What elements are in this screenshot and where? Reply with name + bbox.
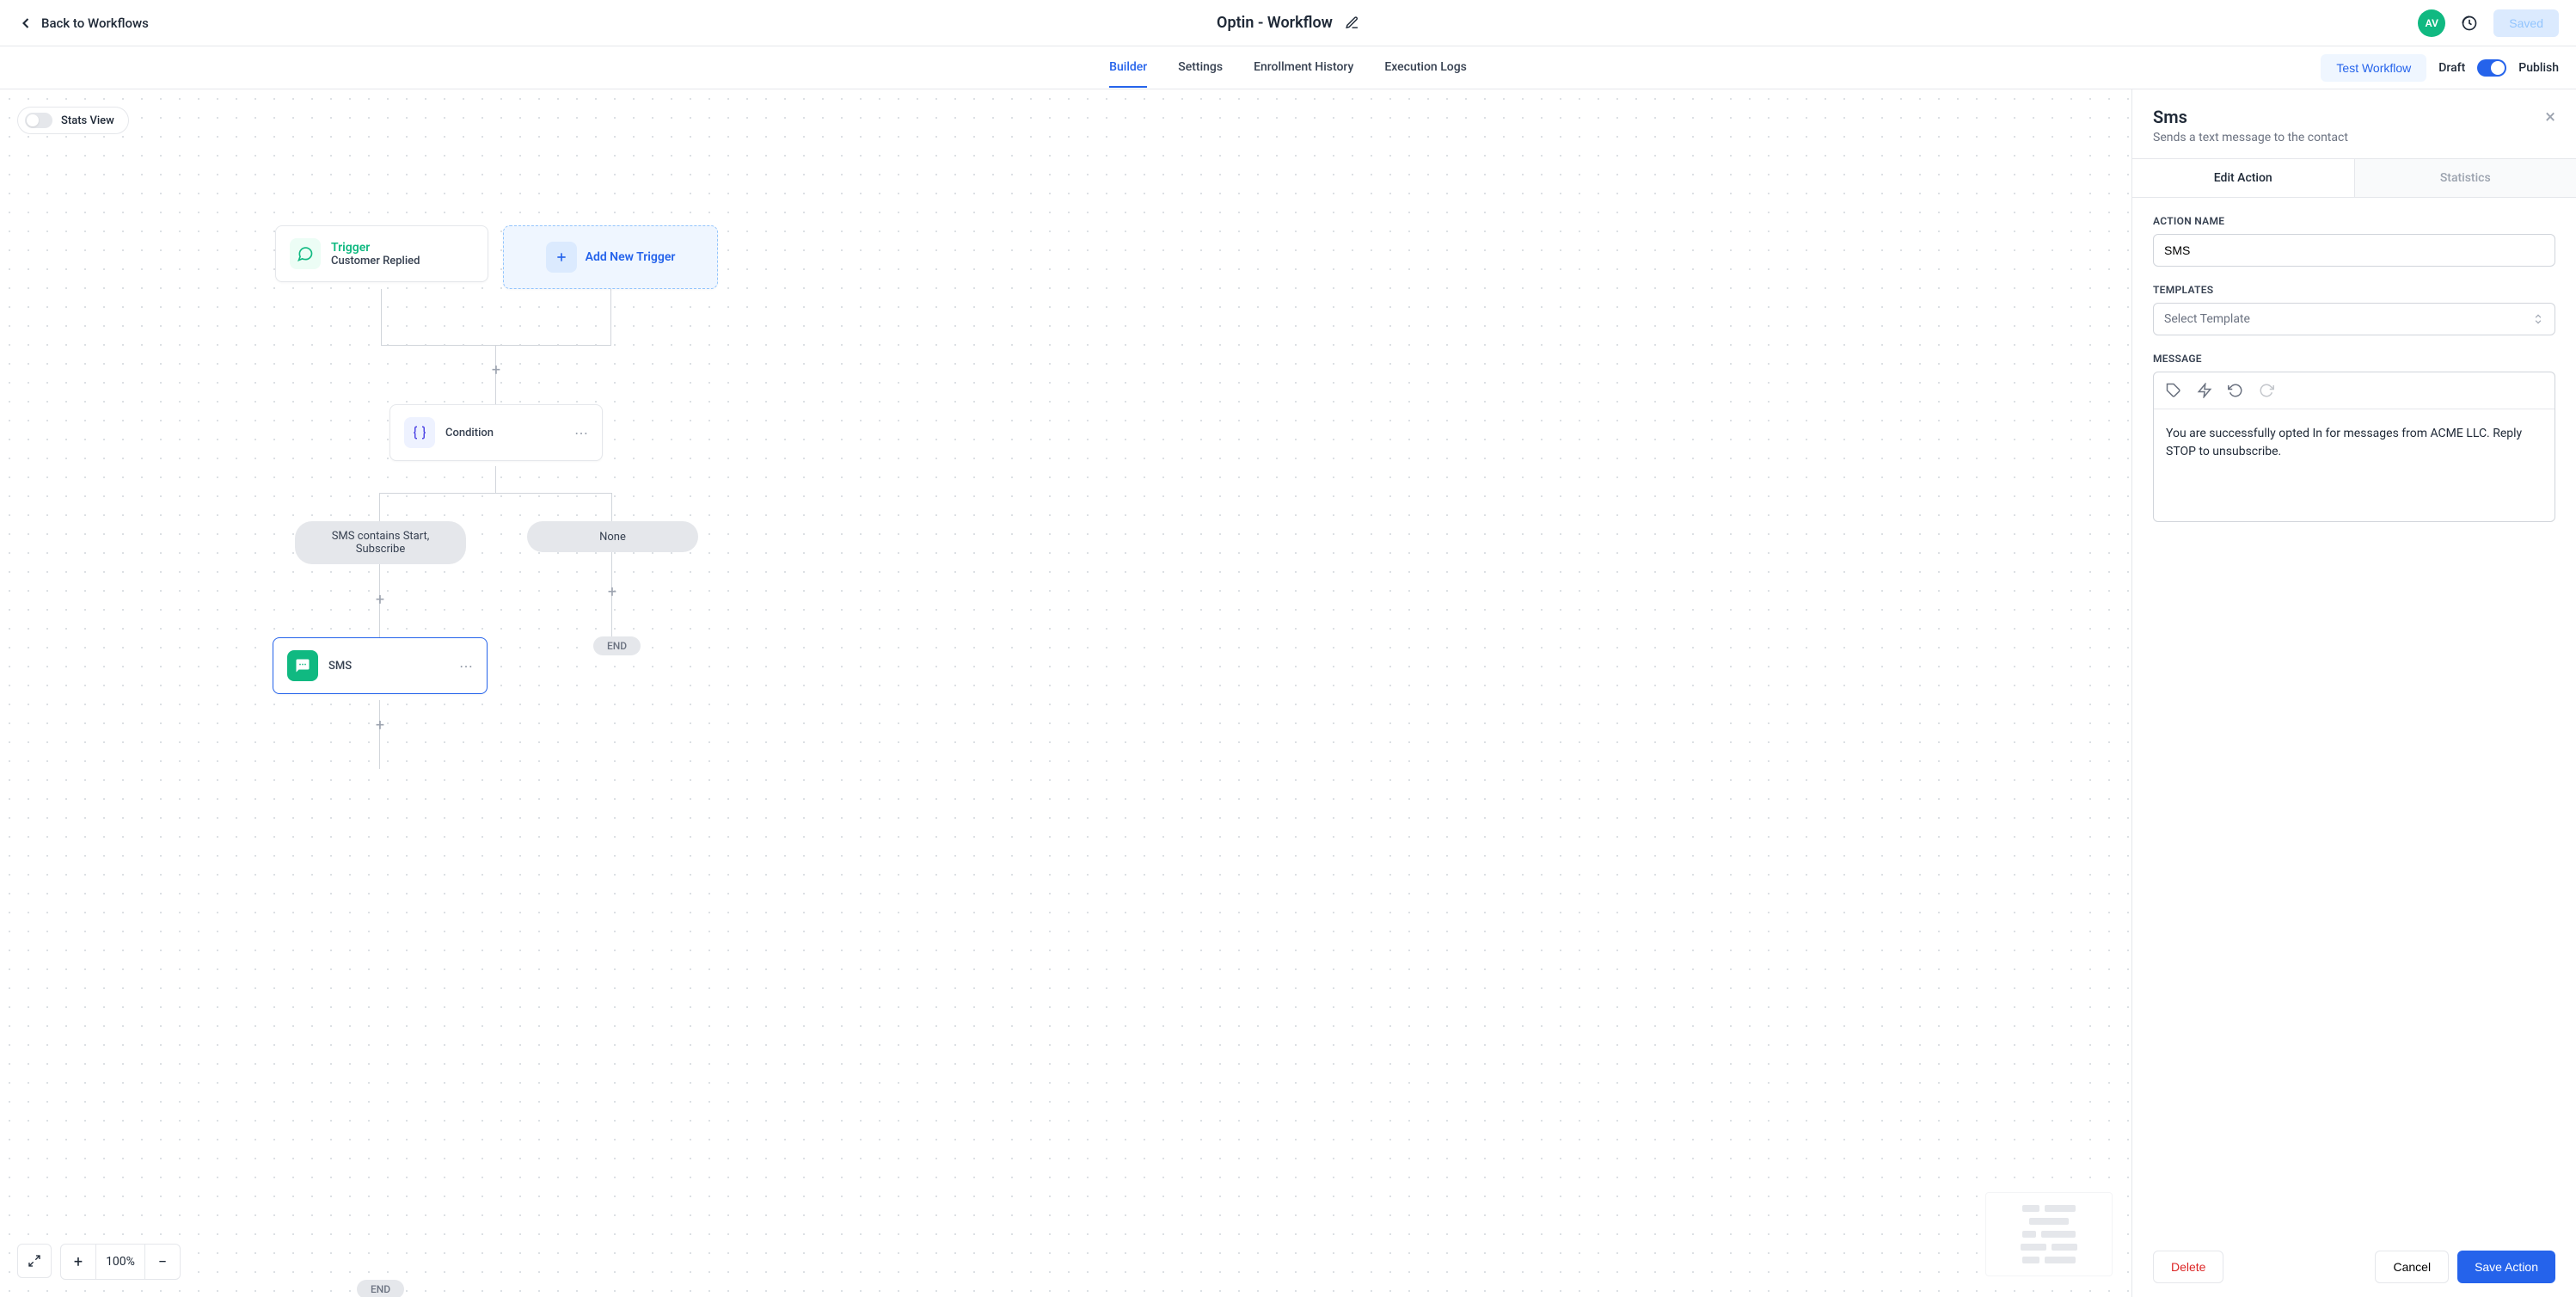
add-step-button[interactable]: + <box>605 585 619 599</box>
message-label: MESSAGE <box>2153 353 2555 365</box>
zap-icon[interactable] <box>2197 383 2212 398</box>
end-node: END <box>357 1280 404 1297</box>
end-node: END <box>593 636 641 655</box>
stats-view-toggle[interactable] <box>25 113 52 128</box>
publish-label: Publish <box>2518 61 2559 75</box>
templates-placeholder: Select Template <box>2164 312 2250 326</box>
add-trigger-label: Add New Trigger <box>586 250 676 264</box>
condition-node[interactable]: Condition ⋯ <box>389 404 603 461</box>
minimap[interactable] <box>1985 1192 2113 1276</box>
trigger-node[interactable]: Trigger Customer Replied <box>275 225 488 282</box>
add-step-button[interactable]: + <box>373 718 387 732</box>
plus-icon <box>546 242 577 273</box>
panel-tab-edit[interactable]: Edit Action <box>2132 159 2354 197</box>
cancel-button[interactable]: Cancel <box>2375 1251 2449 1283</box>
trigger-subtitle: Customer Replied <box>331 255 420 267</box>
connector <box>381 289 382 346</box>
add-step-button[interactable]: + <box>373 593 387 606</box>
edit-icon[interactable] <box>1345 15 1359 30</box>
stats-view-pill: Stats View <box>17 107 129 134</box>
stats-view-label: Stats View <box>61 114 114 127</box>
zoom-level: 100% <box>95 1245 145 1279</box>
history-icon[interactable] <box>2461 15 2478 32</box>
test-workflow-button[interactable]: Test Workflow <box>2321 54 2426 82</box>
tab-enrollment-history[interactable]: Enrollment History <box>1254 48 1353 88</box>
sms-icon <box>287 650 318 681</box>
chevron-left-icon <box>17 15 34 32</box>
branch-none[interactable]: None <box>527 521 698 552</box>
avatar[interactable]: AV <box>2418 9 2445 37</box>
connector <box>379 700 380 769</box>
saved-button: Saved <box>2493 9 2559 37</box>
zoom-in-button[interactable]: + <box>61 1245 95 1279</box>
undo-icon[interactable] <box>2228 383 2243 398</box>
back-label: Back to Workflows <box>41 15 149 31</box>
back-to-workflows[interactable]: Back to Workflows <box>17 15 149 32</box>
expand-button[interactable] <box>17 1244 52 1278</box>
connector <box>379 493 612 494</box>
message-textarea[interactable]: You are successfully opted In for messag… <box>2154 409 2555 521</box>
chevron-updown-icon <box>2532 313 2544 325</box>
delete-button[interactable]: Delete <box>2153 1251 2223 1283</box>
zoom-out-button[interactable]: − <box>145 1245 180 1279</box>
panel-tab-statistics[interactable]: Statistics <box>2354 159 2576 197</box>
connector <box>379 493 380 521</box>
panel-subtitle: Sends a text message to the contact <box>2153 131 2348 144</box>
add-step-button[interactable]: + <box>489 363 503 377</box>
trigger-title: Trigger <box>331 241 420 255</box>
action-name-label: ACTION NAME <box>2153 215 2555 227</box>
sms-node-label: SMS <box>328 660 352 673</box>
tab-builder[interactable]: Builder <box>1109 48 1147 88</box>
braces-icon <box>404 417 435 448</box>
tab-execution-logs[interactable]: Execution Logs <box>1384 48 1467 88</box>
more-icon[interactable]: ⋯ <box>442 658 473 674</box>
condition-label: Condition <box>445 427 494 440</box>
more-icon[interactable]: ⋯ <box>557 425 588 441</box>
templates-select[interactable]: Select Template <box>2153 303 2555 335</box>
publish-toggle[interactable] <box>2477 59 2506 77</box>
save-action-button[interactable]: Save Action <box>2457 1251 2555 1283</box>
redo-icon[interactable] <box>2259 383 2274 398</box>
connector <box>610 289 611 346</box>
action-name-input[interactable] <box>2153 234 2555 267</box>
chat-icon <box>290 238 321 269</box>
connector <box>381 345 611 346</box>
connector <box>495 466 496 493</box>
expand-icon <box>28 1254 41 1268</box>
draft-label: Draft <box>2438 61 2465 75</box>
workflow-canvas[interactable]: Stats View + + + + Trigger Customer Repl… <box>0 89 2131 1297</box>
sms-node[interactable]: SMS ⋯ <box>273 637 488 694</box>
add-new-trigger-button[interactable]: Add New Trigger <box>503 225 718 289</box>
action-panel: Sms Sends a text message to the contact … <box>2131 89 2576 1297</box>
page-title: Optin - Workflow <box>1217 14 1333 32</box>
templates-label: TEMPLATES <box>2153 284 2555 296</box>
tag-icon[interactable] <box>2166 383 2181 398</box>
panel-title: Sms <box>2153 107 2348 127</box>
connector <box>611 493 612 521</box>
branch-sms-contains[interactable]: SMS contains Start, Subscribe <box>295 521 466 564</box>
tab-settings[interactable]: Settings <box>1178 48 1223 88</box>
close-icon[interactable]: × <box>2545 107 2555 128</box>
